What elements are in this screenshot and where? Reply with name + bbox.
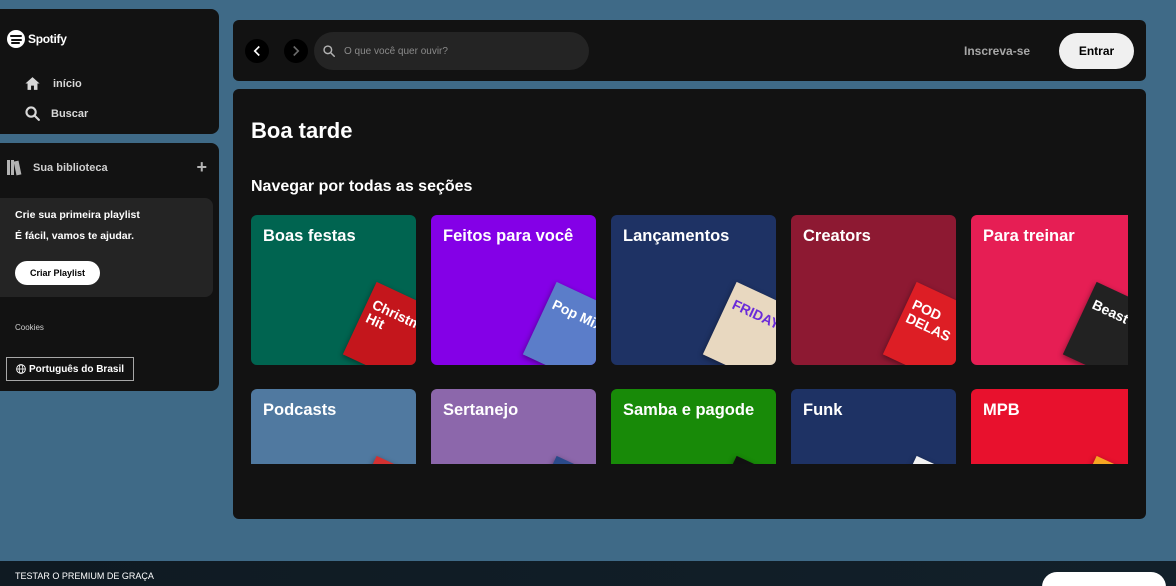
category-tile-artwork: Christm Hit [342,281,416,365]
category-tile-artwork [702,455,776,464]
chevron-left-icon [253,45,260,57]
category-tile-label: Lançamentos [623,227,730,245]
category-tile-artwork [522,455,596,464]
category-tile[interactable]: Para treinar Beast Mo [971,215,1128,365]
artwork-text: Christm Hit [363,296,416,334]
category-tile-label: Podcasts [263,401,337,419]
signup-free-button[interactable] [1042,572,1166,586]
page-title: Boa tarde [251,118,353,143]
search-icon [323,45,335,57]
artwork-text: Pop Mix [549,296,596,334]
category-tile[interactable]: Creators POD DELAS [791,215,956,365]
category-tile-label: Samba e pagode [623,401,755,419]
search-input[interactable] [344,45,564,57]
artwork-text: Beast Mo [1089,296,1128,337]
artwork-text: FRIDAY [729,296,776,333]
topbar: Inscreva-se Entrar [233,20,1146,81]
category-tile-artwork: FRIDAY [702,281,776,365]
category-tile[interactable]: Boas festas Christm Hit [251,215,416,365]
category-tile-artwork [342,455,416,464]
category-tile-label: Creators [803,227,871,245]
nav-home-label: início [53,77,82,90]
spotify-logo[interactable]: Spotify [7,30,67,48]
category-grid: Boas festas Christm Hit Feitos para você Po… [251,215,1128,464]
library-header[interactable]: Sua biblioteca [7,160,108,176]
library-icon [7,160,22,176]
category-tile[interactable]: Funk [791,389,956,464]
plus-icon[interactable]: + [196,158,207,176]
nav-search-label: Buscar [51,107,89,120]
globe-icon [16,364,26,374]
section-title: Navegar por todas as seções [251,178,473,195]
create-playlist-button[interactable]: Criar Playlist [15,261,100,285]
category-tile-label: Funk [803,401,843,419]
category-tile-artwork: Beast Mo [1062,281,1128,365]
category-tile-artwork: Pop Mix [522,281,596,365]
language-button[interactable]: Português do Brasil [6,357,134,381]
main-content: Boa tarde Navegar por todas as seções Bo… [233,89,1146,519]
search-bar[interactable] [314,32,589,70]
create-playlist-title: Crie sua primeira playlist [15,209,140,221]
artwork-text: POD DELAS [903,296,954,345]
category-tile-artwork [1062,455,1128,464]
back-button[interactable] [245,39,269,63]
category-tile-label: Para treinar [983,227,1075,245]
category-tile[interactable]: MPB [971,389,1128,464]
forward-button[interactable] [284,39,308,63]
premium-banner-text: TESTAR O PREMIUM DE GRAÇA [15,571,154,581]
category-tile[interactable]: Samba e pagode [611,389,776,464]
category-tile-label: MPB [983,401,1020,419]
category-tile-label: Feitos para você [443,227,574,245]
sidebar-library: Sua biblioteca + Crie sua primeira playl… [0,143,219,391]
category-tile[interactable]: Sertanejo [431,389,596,464]
category-tile-label: Sertanejo [443,401,519,419]
logo-text: Spotify [28,32,67,46]
nav-search[interactable]: Buscar [24,105,88,122]
category-tile-artwork: POD DELAS [882,281,956,365]
chevron-right-icon [293,45,300,57]
signup-link[interactable]: Inscreva-se [964,44,1030,58]
search-icon [25,106,40,121]
home-icon [25,77,40,90]
create-playlist-card: Crie sua primeira playlist É fácil, vamo… [0,198,213,297]
language-label: Português do Brasil [28,363,124,375]
library-title: Sua biblioteca [33,161,108,174]
category-tile-label: Boas festas [263,227,356,245]
cookies-link[interactable]: Cookies [15,323,44,332]
nav-home[interactable]: início [24,75,82,92]
premium-banner[interactable]: TESTAR O PREMIUM DE GRAÇA [0,561,1176,586]
sidebar-nav: Spotify início Buscar [0,9,219,134]
spotify-logo-icon [7,30,25,48]
category-tile[interactable]: Podcasts [251,389,416,464]
create-playlist-subtitle: É fácil, vamos te ajudar. [15,230,135,242]
login-button[interactable]: Entrar [1059,33,1134,69]
category-tile[interactable]: Feitos para você Pop Mix [431,215,596,365]
category-tile[interactable]: Lançamentos FRIDAY [611,215,776,365]
category-tile-artwork [882,455,956,464]
